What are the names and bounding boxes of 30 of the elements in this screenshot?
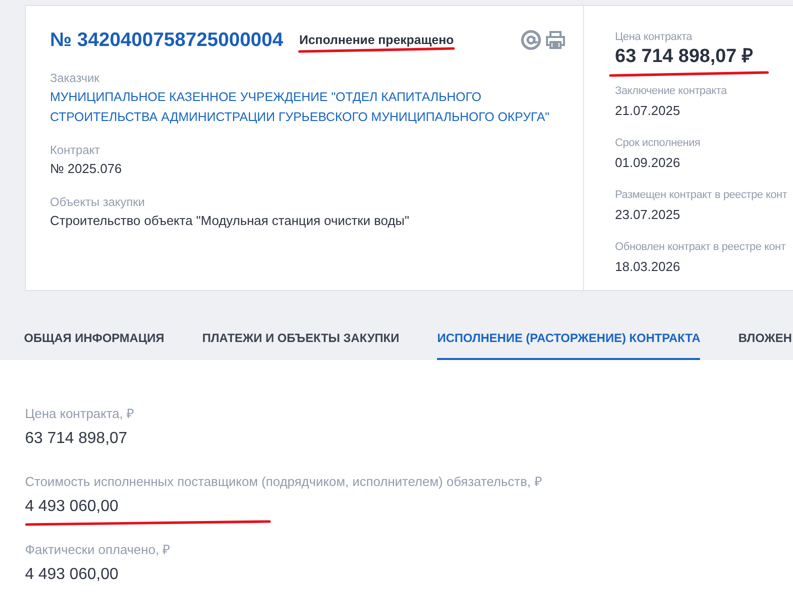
field-value: № 2025.076 [50,160,123,178]
summary-value: 21.07.2025 [615,102,682,120]
amount-value: 63 714 898,07 [25,429,128,449]
field-value: Строительство объекта "Модульная станция очистки воды" [50,212,410,230]
field-label: Контракт [50,142,102,158]
amount-value: 4 493 060,00 [25,565,120,585]
tab[interactable]: ПЛАТЕЖИ И ОБЪЕКТЫ ЗАКУПКИ [202,320,400,360]
summary-label: Цена контракта [615,30,694,45]
summary-value: 01.09.2026 [615,154,682,172]
tab[interactable]: ОБЩАЯ ИНФОРМАЦИЯ [24,320,164,360]
summary-value: 18.03.2026 [615,258,682,276]
at-sign-icon[interactable] [521,30,541,50]
field-label: Заказчик [50,70,100,86]
summary-label: Срок исполнения [615,136,702,151]
contract-price: 63 714 898,07 ₽ [615,45,754,69]
status-label: Исполнение прекращено [299,32,454,48]
summary-label: Заключение контракта [615,84,728,99]
tab[interactable]: ИСПОЛНЕНИЕ (РАСТОРЖЕНИЕ) КОНТРАКТА [437,320,700,360]
tab[interactable]: ВЛОЖЕН [738,320,792,360]
customer-link[interactable]: МУНИЦИПАЛЬНОЕ КАЗЕННОЕ УЧРЕЖДЕНИЕ "ОТДЕЛ КАПИТАЛЬНОГО СТРОИТЕЛЬСТВА АДМИНИСТРАЦИИ ГУРЬЕВСКОГО МУНИЦИПАЛЬНОГО ОКРУГА" [50,87,550,127]
printer-icon[interactable] [546,31,565,49]
field-label: Объекты закупки [50,194,146,210]
summary-label: Размещен контракт в реестре конт [615,188,788,203]
field-label: Цена контракта, ₽ [25,405,136,423]
summary-label: Обновлен контракт в реестре конт [615,240,787,255]
summary-value: 23.07.2025 [615,206,682,224]
field-label: Стоимость исполненных поставщиком (подрядчиком, исполнителем) обязательств, ₽ [25,473,544,491]
contract-number: № 3420400758725000004 [50,28,284,52]
amount-value: 4 493 060,00 [25,497,120,517]
field-label: Фактически оплачено, ₽ [25,541,172,559]
